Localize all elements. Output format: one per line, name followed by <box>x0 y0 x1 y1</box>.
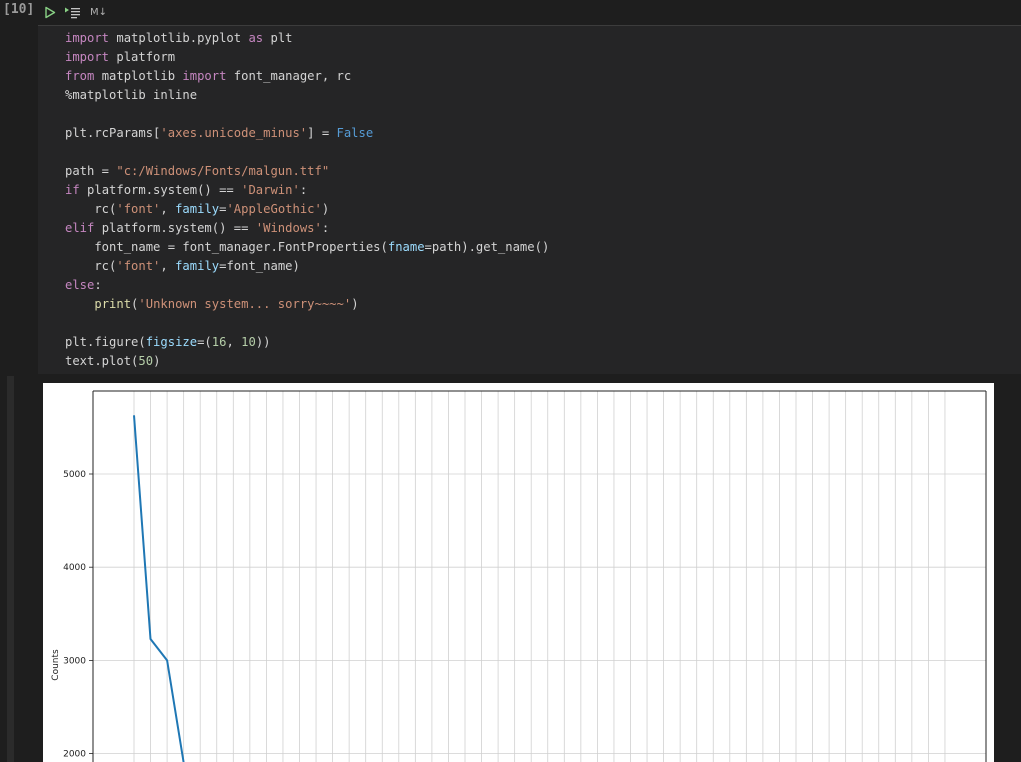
y-axis-label: Counts <box>51 649 61 681</box>
run-icon <box>45 6 56 18</box>
output-gutter[interactable] <box>7 376 14 762</box>
code-line: plt.rcParams['axes.unicode_minus'] = Fal… <box>65 126 374 140</box>
code-line: import platform <box>65 50 176 64</box>
code-line: import matplotlib.pyplot as plt <box>65 31 293 45</box>
code-line: %matplotlib inline <box>65 88 198 102</box>
run-cell-button[interactable] <box>44 4 56 20</box>
markdown-toggle-button[interactable]: M↓ <box>90 4 107 20</box>
code-line: rc('font', family=font_name) <box>65 259 300 273</box>
run-by-line-icon <box>65 7 80 18</box>
y-tick-label: 2000 <box>63 750 86 760</box>
cell-toolbar: M↓ <box>44 4 107 20</box>
execution-count: [10] <box>3 2 35 17</box>
code-line: text.plot(50) <box>65 354 161 368</box>
code-editor[interactable]: import matplotlib.pyplot as plt import p… <box>38 26 1021 374</box>
plot-figure: 5000 4000 3000 2000 Counts <box>43 383 994 762</box>
code-text: import matplotlib.pyplot as plt import p… <box>65 29 549 371</box>
code-line: else: <box>65 278 102 292</box>
series-line <box>133 415 185 762</box>
y-tick-label: 4000 <box>63 563 86 573</box>
code-line: print('Unknown system... sorry~~~~') <box>94 297 359 311</box>
code-line: plt.figure(figsize=(16, 10)) <box>65 335 271 349</box>
code-line: from matplotlib import font_manager, rc <box>65 69 352 83</box>
y-tick-label: 5000 <box>63 470 86 480</box>
code-line: path = "c:/Windows/Fonts/malgun.ttf" <box>65 164 330 178</box>
run-by-line-button[interactable] <box>64 4 82 20</box>
code-line: if platform.system() == 'Darwin': <box>65 183 308 197</box>
code-line: rc('font', family='AppleGothic') <box>65 202 330 216</box>
code-line: font_name = font_manager.FontProperties(… <box>65 240 550 254</box>
code-line: elif platform.system() == 'Windows': <box>65 221 330 235</box>
y-tick-label: 3000 <box>63 656 86 666</box>
counts-line-chart: 5000 4000 3000 2000 Counts <box>51 390 987 762</box>
